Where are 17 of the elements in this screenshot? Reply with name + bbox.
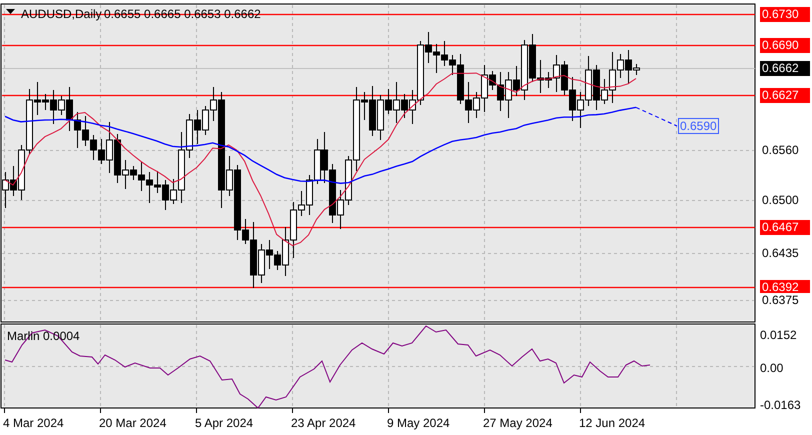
dropdown-triangle-icon xyxy=(6,9,15,14)
date-axis-label: 5 Apr 2024 xyxy=(195,415,254,432)
indicator-axis-label: -0.0163 xyxy=(760,397,801,414)
average-value-label: 0.6590 xyxy=(678,118,719,134)
level-price-label: 0.6627 xyxy=(760,88,810,103)
level-price-label: 0.6730 xyxy=(760,7,810,22)
level-price-label: 0.6690 xyxy=(760,38,810,53)
date-axis-label: 4 Mar 2024 xyxy=(3,415,64,432)
date-axis-label: 12 Jun 2024 xyxy=(579,415,646,432)
indicator-axis-label: 0.0152 xyxy=(760,327,797,344)
current-price-label: 0.6662 xyxy=(760,61,810,76)
level-price-label: 0.6467 xyxy=(760,220,810,235)
date-axis-label: 9 May 2024 xyxy=(387,415,450,432)
date-axis-label: 27 May 2024 xyxy=(483,415,552,432)
date-axis-label: 20 Mar 2024 xyxy=(99,415,166,432)
date-axis-label: 23 Apr 2024 xyxy=(291,415,356,432)
indicator-axis-label: 0.00 xyxy=(760,360,784,377)
